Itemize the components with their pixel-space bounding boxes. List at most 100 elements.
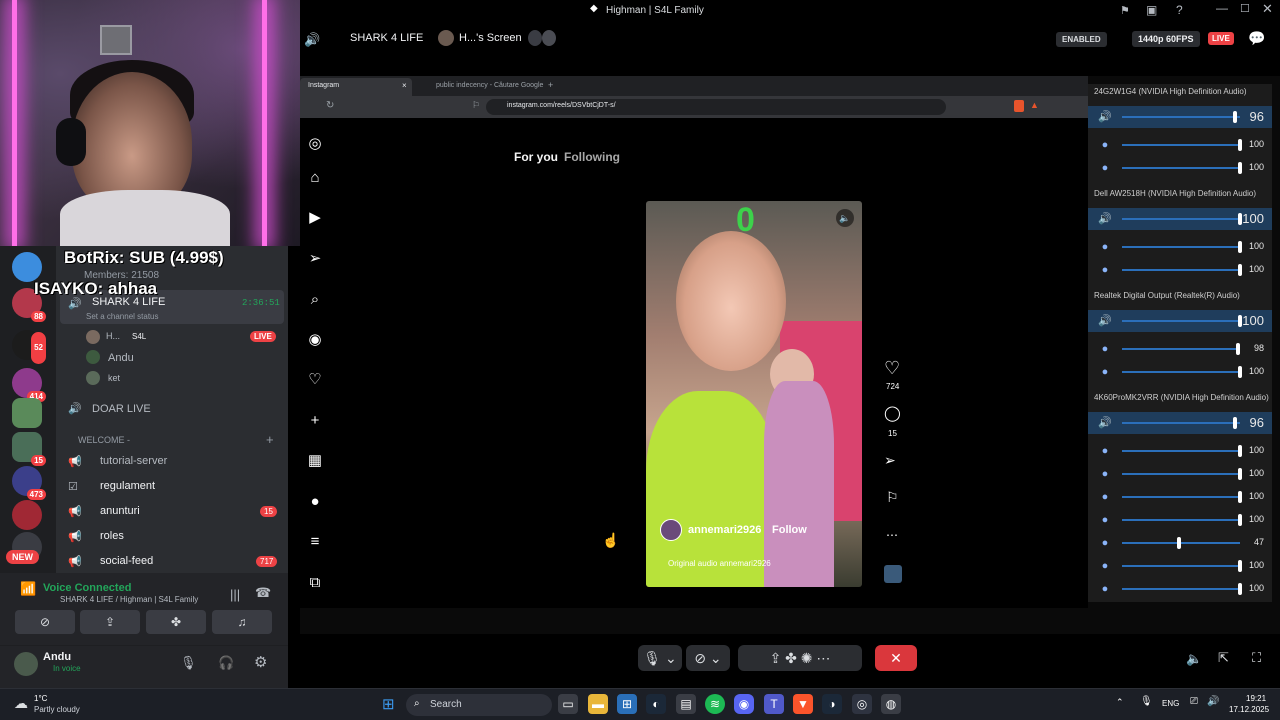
voice-location[interactable]: SHARK 4 LIFE / Highman | S4L Family: [60, 595, 198, 604]
close-icon[interactable]: ✕: [1262, 1, 1273, 17]
avatar[interactable]: [14, 652, 38, 676]
volume-slider[interactable]: [1122, 246, 1240, 248]
settings-gear-icon[interactable]: ⚙: [254, 653, 267, 671]
slider-handle[interactable]: [1238, 139, 1242, 151]
steam-icon[interactable]: ◐: [646, 694, 666, 714]
volume-slider[interactable]: [1122, 450, 1240, 452]
speaker-icon[interactable]: 🔊: [1098, 314, 1112, 328]
task-view-icon[interactable]: ▭: [558, 694, 578, 714]
camera-button[interactable]: ⊘ ⌄: [686, 645, 730, 671]
server-icon[interactable]: 52: [12, 330, 46, 364]
send-icon[interactable]: ➢: [305, 249, 325, 269]
reload-icon[interactable]: ↻: [326, 100, 334, 111]
network-icon[interactable]: ⎚: [1190, 696, 1198, 707]
share-icon[interactable]: ➢: [884, 452, 896, 469]
app-icon[interactable]: ●: [1098, 513, 1112, 527]
server-icon[interactable]: 473: [12, 466, 46, 500]
text-channel[interactable]: regulament: [100, 480, 155, 492]
menu-icon[interactable]: ≡: [305, 532, 325, 552]
slider-handle[interactable]: [1238, 366, 1242, 378]
app-icon[interactable]: ◍: [881, 694, 901, 714]
clock-time[interactable]: 19:21: [1246, 694, 1266, 703]
explore-icon[interactable]: ◉: [305, 330, 325, 350]
leave-call-button[interactable]: ✕: [875, 645, 917, 671]
dashboard-icon[interactable]: ▦: [305, 451, 325, 471]
fullscreen-icon[interactable]: ⛶: [1252, 650, 1261, 666]
volume-slider[interactable]: [1122, 371, 1240, 373]
microphone-icon[interactable]: 🎙: [180, 655, 197, 671]
slider-handle[interactable]: [1176, 537, 1181, 549]
member-name[interactable]: ket: [108, 373, 120, 383]
member-name[interactable]: Andu: [108, 352, 134, 364]
discord-icon[interactable]: ●: [1098, 490, 1112, 504]
steam-icon[interactable]: ◑: [822, 694, 842, 714]
discord-icon[interactable]: ◉: [734, 694, 754, 714]
steam-icon[interactable]: ●: [1098, 365, 1112, 379]
quality-badge[interactable]: 1440p 60FPS: [1132, 31, 1200, 47]
help-icon[interactable]: ?: [1176, 3, 1183, 17]
audio-thumb[interactable]: [884, 565, 902, 583]
instagram-logo-icon[interactable]: ◎: [305, 134, 325, 154]
server-icon[interactable]: [12, 500, 42, 530]
store-icon[interactable]: ⊞: [617, 694, 637, 714]
brave-icon[interactable]: ●: [1098, 536, 1112, 550]
volume-slider[interactable]: [1122, 167, 1240, 169]
tab-following[interactable]: Following: [564, 150, 620, 164]
volume-slider[interactable]: [1122, 320, 1240, 322]
slider-handle[interactable]: [1238, 491, 1242, 503]
text-channel[interactable]: social-feed: [100, 555, 153, 567]
chrome-icon[interactable]: ●: [1098, 138, 1112, 152]
more-icon[interactable]: ⋯: [886, 528, 898, 542]
search-icon[interactable]: ⌕: [305, 290, 325, 310]
reel-audio[interactable]: Original audio annemari2926: [668, 559, 771, 568]
brave-rewards-icon[interactable]: ▲: [1030, 100, 1039, 110]
speaker-icon[interactable]: 🔊: [1098, 416, 1112, 430]
slider-handle[interactable]: [1238, 468, 1242, 480]
volume-slider[interactable]: [1122, 473, 1240, 475]
mute-button[interactable]: 🎙 ⌄: [638, 645, 682, 671]
user-name[interactable]: Andu: [43, 651, 71, 663]
minimize-icon[interactable]: —: [1216, 1, 1228, 15]
volume-slider[interactable]: [1122, 542, 1240, 544]
soundboard-button[interactable]: ♫: [212, 610, 272, 634]
clock-date[interactable]: 17.12.2025: [1229, 705, 1269, 714]
speaker-icon[interactable]: 🔊: [1098, 110, 1112, 124]
slider-handle[interactable]: [1233, 111, 1238, 123]
spotify-icon[interactable]: ≋: [705, 694, 725, 714]
create-icon[interactable]: +: [305, 411, 325, 431]
steam-icon[interactable]: ●: [1098, 161, 1112, 175]
slider-handle[interactable]: [1233, 417, 1238, 429]
chevron-up-icon[interactable]: ⌃: [1116, 697, 1124, 708]
steam-icon[interactable]: ●: [1098, 582, 1112, 596]
voice-channel-name[interactable]: DOAR LIVE: [92, 403, 151, 415]
flag-icon[interactable]: ⚑: [1120, 4, 1130, 17]
file-explorer-icon[interactable]: ▬: [588, 694, 608, 714]
like-icon[interactable]: ♡: [884, 358, 900, 379]
home-icon[interactable]: ⌂: [305, 168, 325, 188]
text-channel[interactable]: anunturi: [100, 505, 140, 517]
slider-handle[interactable]: [1238, 583, 1242, 595]
profile-avatar[interactable]: ●: [305, 492, 325, 512]
screen-label[interactable]: H...'s Screen: [459, 32, 522, 44]
text-channel[interactable]: roles: [100, 530, 124, 542]
noise-icon[interactable]: |||: [230, 587, 240, 602]
server-icon[interactable]: [12, 252, 42, 282]
popout-icon[interactable]: ⇱: [1218, 650, 1229, 666]
server-icon[interactable]: 414: [12, 368, 46, 402]
volume-slider[interactable]: [1122, 588, 1240, 590]
bookmark-icon[interactable]: ⚐: [472, 100, 480, 111]
add-channel-button[interactable]: +: [266, 432, 274, 447]
volume-slider[interactable]: [1122, 116, 1240, 118]
tab-close-icon[interactable]: ×: [402, 81, 407, 90]
stream-controls[interactable]: ⇪ ✤ ✺ ⋯: [738, 645, 862, 671]
save-icon[interactable]: ⚐: [886, 489, 899, 506]
slider-handle[interactable]: [1238, 445, 1242, 457]
taskbar-search[interactable]: [406, 694, 552, 716]
volume-slider[interactable]: [1122, 269, 1240, 271]
volume-slider[interactable]: [1122, 218, 1240, 220]
steam-icon[interactable]: ●: [1098, 467, 1112, 481]
app-icon[interactable]: ▤: [676, 694, 696, 714]
volume-slider[interactable]: [1122, 422, 1240, 424]
volume-icon[interactable]: 🔈: [1186, 651, 1202, 667]
screen-share-button[interactable]: ⇪: [80, 610, 140, 634]
